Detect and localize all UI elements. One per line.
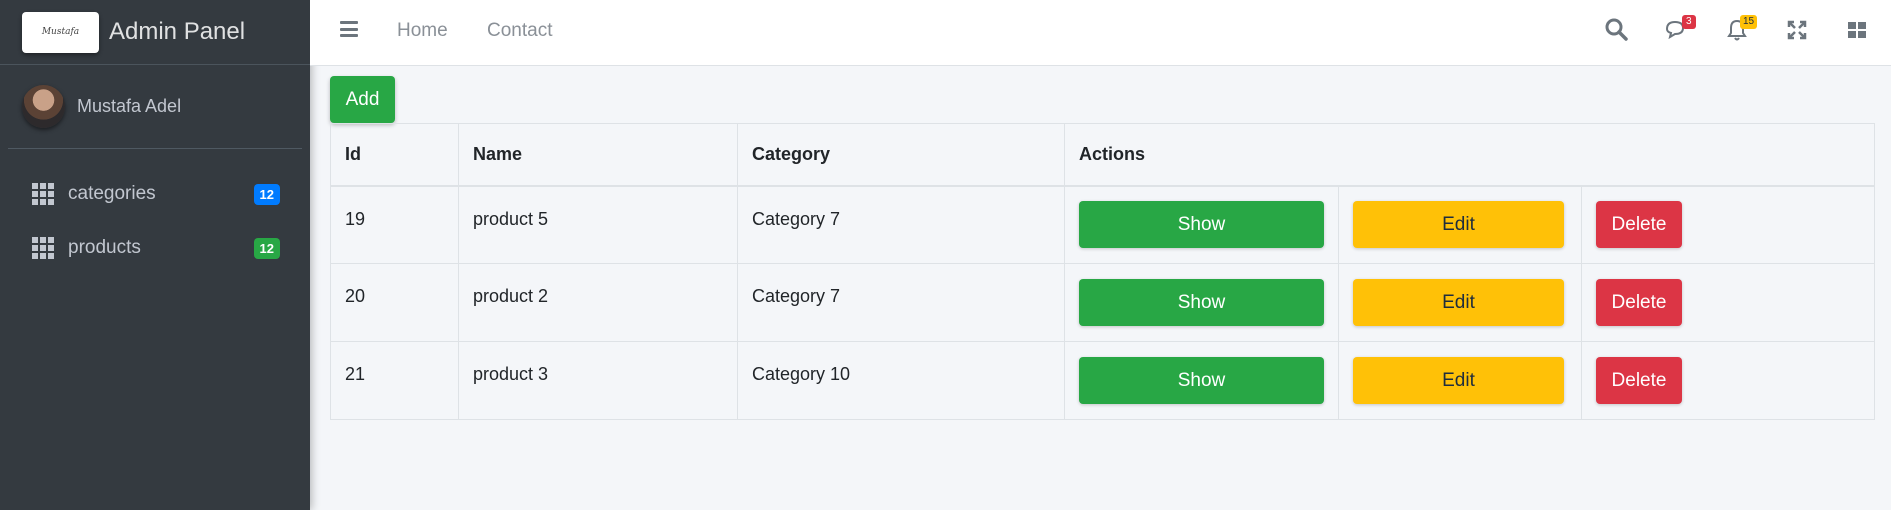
edit-button[interactable]: Edit xyxy=(1353,279,1564,326)
cell-show: Show xyxy=(1064,185,1339,264)
cell-name: product 3 xyxy=(458,341,738,420)
sidebar: Mustafa Admin Panel Mustafa Adel categor… xyxy=(0,0,310,510)
sidebar-nav: categories 12 products 12 xyxy=(0,149,310,275)
cell-edit: Edit xyxy=(1338,341,1582,420)
grid-layout-icon[interactable] xyxy=(1844,17,1870,43)
menu-icon[interactable] xyxy=(340,21,358,37)
brand-title[interactable]: Admin Panel xyxy=(109,18,245,46)
column-header-name: Name xyxy=(458,123,738,187)
delete-button[interactable]: Delete xyxy=(1596,201,1682,249)
cell-show: Show xyxy=(1064,263,1339,342)
cell-category: Category 10 xyxy=(737,341,1065,420)
cell-id: 19 xyxy=(330,185,459,264)
table-row: 21 product 3 Category 10 Show Edit Delet… xyxy=(330,341,1875,420)
products-table: Id Name Category Actions 19 product 5 Ca… xyxy=(330,123,1875,420)
avatar xyxy=(22,85,65,128)
comments-icon[interactable]: 3 xyxy=(1664,15,1696,43)
cell-id: 20 xyxy=(330,263,459,342)
sidebar-item-products[interactable]: products 12 xyxy=(0,221,310,275)
cell-show: Show xyxy=(1064,341,1339,420)
edit-button[interactable]: Edit xyxy=(1353,357,1564,404)
add-button[interactable]: Add xyxy=(330,76,395,123)
cell-category: Category 7 xyxy=(737,185,1065,264)
cell-name: product 2 xyxy=(458,263,738,342)
brand[interactable]: Mustafa Admin Panel xyxy=(0,0,310,65)
edit-button[interactable]: Edit xyxy=(1353,201,1564,249)
sidebar-item-categories[interactable]: categories 12 xyxy=(0,167,310,221)
column-header-actions: Actions xyxy=(1064,123,1875,187)
sidebar-item-label: products xyxy=(68,237,141,258)
show-button[interactable]: Show xyxy=(1079,357,1324,404)
cell-category: Category 7 xyxy=(737,263,1065,342)
cell-delete: Delete xyxy=(1581,263,1875,342)
table-row: 19 product 5 Category 7 Show Edit Delete xyxy=(330,185,1875,264)
notifications-count-badge: 15 xyxy=(1740,15,1758,29)
show-button[interactable]: Show xyxy=(1079,201,1324,249)
cell-edit: Edit xyxy=(1338,263,1582,342)
user-panel: Mustafa Adel xyxy=(8,65,302,149)
grid-icon xyxy=(32,237,54,259)
table-row: 20 product 2 Category 7 Show Edit Delete xyxy=(330,263,1875,342)
brand-logo-text: Mustafa xyxy=(41,27,80,37)
cell-name: product 5 xyxy=(458,185,738,264)
brand-logo: Mustafa xyxy=(22,11,99,53)
column-header-category: Category xyxy=(737,123,1065,187)
fullscreen-icon[interactable] xyxy=(1784,17,1810,43)
user-name[interactable]: Mustafa Adel xyxy=(77,96,181,117)
delete-button[interactable]: Delete xyxy=(1596,357,1682,404)
search-icon[interactable] xyxy=(1604,17,1630,43)
top-navbar: Home Contact 3 15 xyxy=(310,0,1891,66)
sidebar-item-badge: 12 xyxy=(253,183,280,205)
grid-icon xyxy=(32,183,54,205)
sidebar-item-badge: 12 xyxy=(253,237,280,259)
cell-edit: Edit xyxy=(1338,185,1582,264)
table-header-row: Id Name Category Actions xyxy=(330,123,1875,187)
delete-button[interactable]: Delete xyxy=(1596,279,1682,326)
column-header-id: Id xyxy=(330,123,459,187)
show-button[interactable]: Show xyxy=(1079,279,1324,326)
nav-link-home[interactable]: Home xyxy=(397,20,448,42)
bell-icon[interactable]: 15 xyxy=(1724,15,1758,43)
cell-delete: Delete xyxy=(1581,341,1875,420)
cell-delete: Delete xyxy=(1581,185,1875,264)
messages-count-badge: 3 xyxy=(1682,15,1696,29)
nav-link-contact[interactable]: Contact xyxy=(487,20,552,42)
sidebar-item-label: categories xyxy=(68,183,156,204)
cell-id: 21 xyxy=(330,341,459,420)
